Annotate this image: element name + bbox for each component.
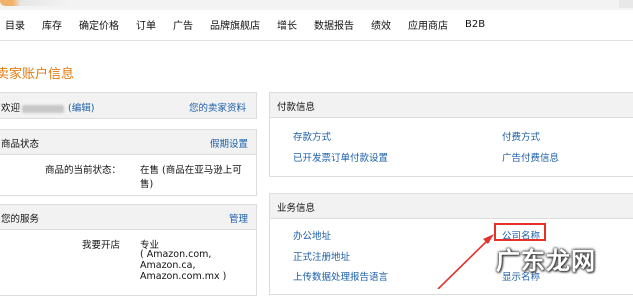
watermark-logo: 广东龙网: [496, 246, 596, 275]
